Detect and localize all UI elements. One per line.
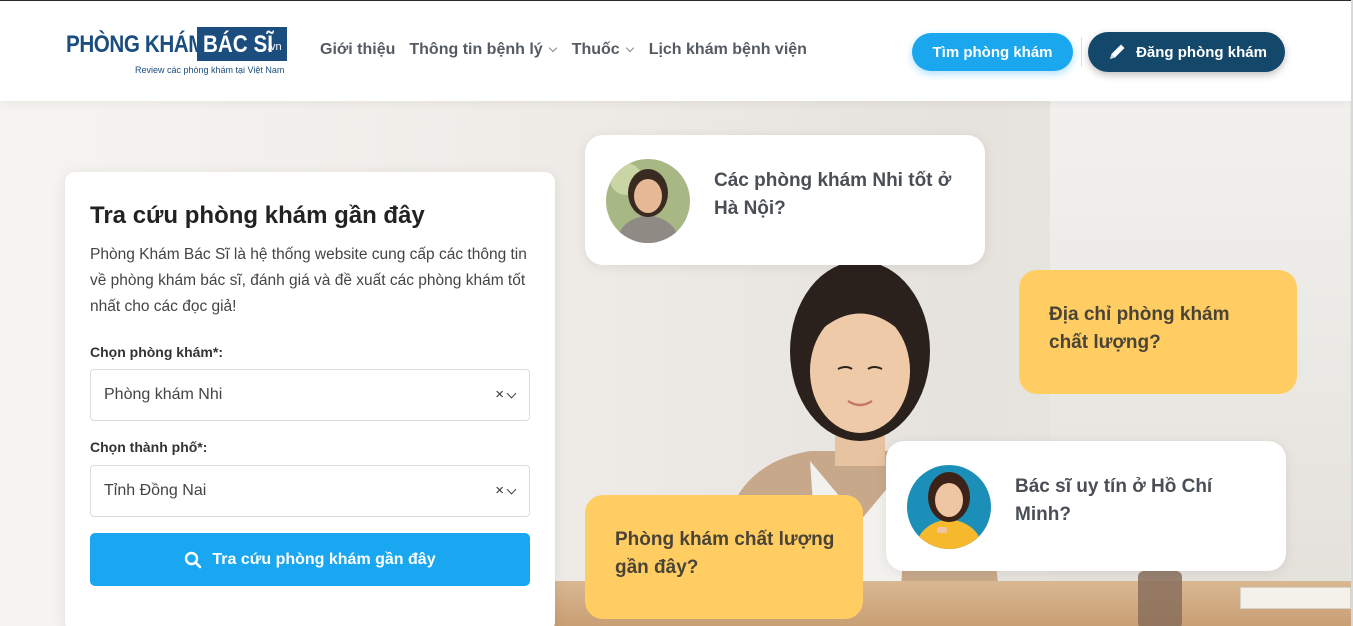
nav-item-label: Thuốc xyxy=(571,41,620,58)
nav-item-label: Lịch khám bệnh viện xyxy=(648,41,807,58)
nav-item-thong-tin-benh-ly[interactable]: Thông tin bệnh lý xyxy=(409,41,557,59)
clear-icon[interactable]: × xyxy=(495,482,504,499)
search-nearby-button[interactable]: Tra cứu phòng khám gần đây xyxy=(90,533,530,586)
bubble-text: Bác sĩ uy tín ở Hồ Chí Minh? xyxy=(1015,476,1213,525)
clinic-select-label: Chọn phòng khám*: xyxy=(90,344,223,360)
nav-item-label: Giới thiệu xyxy=(320,41,396,58)
find-clinic-button[interactable]: Tìm phòng khám xyxy=(912,33,1073,71)
chevron-down-icon[interactable] xyxy=(506,388,517,399)
search-nearby-label: Tra cứu phòng khám gần đây xyxy=(212,550,436,568)
register-clinic-label: Đăng phòng khám xyxy=(1136,43,1267,61)
site-header: PHÒNG KHÁM BÁC SĨ .vn Review các phòng k… xyxy=(0,0,1353,101)
nav-item-thuoc[interactable]: Thuốc xyxy=(572,41,635,59)
clear-icon[interactable]: × xyxy=(495,386,504,403)
chevron-down-icon[interactable] xyxy=(506,484,517,495)
bubble-text: Địa chỉ phòng khám chất lượng? xyxy=(1049,304,1230,353)
nav-item-lich-kham[interactable]: Lịch khám bệnh viện xyxy=(649,41,807,59)
question-bubble-1: Các phòng khám Nhi tốt ở Hà Nội? xyxy=(585,135,985,265)
hero-books xyxy=(1240,587,1351,609)
question-bubble-4: Phòng khám chất lượng gần đây? xyxy=(585,495,863,619)
question-bubble-2: Địa chỉ phòng khám chất lượng? xyxy=(1019,270,1297,394)
nav-item-label: Thông tin bệnh lý xyxy=(409,41,543,58)
logo-box: BÁC SĨ .vn xyxy=(197,27,287,61)
logo-suffix: .vn xyxy=(267,41,282,53)
bubble-text: Các phòng khám Nhi tốt ở Hà Nội? xyxy=(714,170,952,219)
search-card: Tra cứu phòng khám gần đây Phòng Khám Bá… xyxy=(65,172,555,626)
nav-item-gioi-thieu[interactable]: Giới thiệu xyxy=(320,41,395,59)
avatar xyxy=(907,465,991,549)
chevron-down-icon xyxy=(548,43,557,53)
city-select[interactable]: Tỉnh Đồng Nai × xyxy=(90,465,530,517)
search-card-title: Tra cứu phòng khám gần đây xyxy=(90,202,425,229)
avatar xyxy=(606,159,690,243)
hero-vase xyxy=(1138,571,1182,626)
logo-main-text: PHÒNG KHÁM xyxy=(66,31,206,58)
city-select-label: Chọn thành phố*: xyxy=(90,439,208,455)
register-clinic-button[interactable]: Đăng phòng khám xyxy=(1088,32,1285,72)
site-logo[interactable]: PHÒNG KHÁM BÁC SĨ .vn Review các phòng k… xyxy=(66,27,296,79)
clinic-select[interactable]: Phòng khám Nhi × xyxy=(90,369,530,421)
search-card-description: Phòng Khám Bác Sĩ là hệ thống website cu… xyxy=(90,246,527,315)
bubble-text: Phòng khám chất lượng gần đây? xyxy=(615,529,835,578)
city-select-value: Tỉnh Đồng Nai xyxy=(104,482,207,499)
logo-tagline: Review các phòng khám tại Việt Nam xyxy=(135,65,285,75)
header-divider xyxy=(1081,37,1082,67)
logo-box-text: BÁC SĨ xyxy=(203,31,273,58)
pencil-icon xyxy=(1110,44,1125,59)
clinic-select-value: Phòng khám Nhi xyxy=(104,386,223,403)
main-nav: Giới thiệu Thông tin bệnh lý Thuốc Lịch … xyxy=(320,41,807,59)
search-icon xyxy=(185,551,202,568)
chevron-down-icon xyxy=(625,43,634,53)
question-bubble-3: Bác sĩ uy tín ở Hồ Chí Minh? xyxy=(886,441,1286,571)
